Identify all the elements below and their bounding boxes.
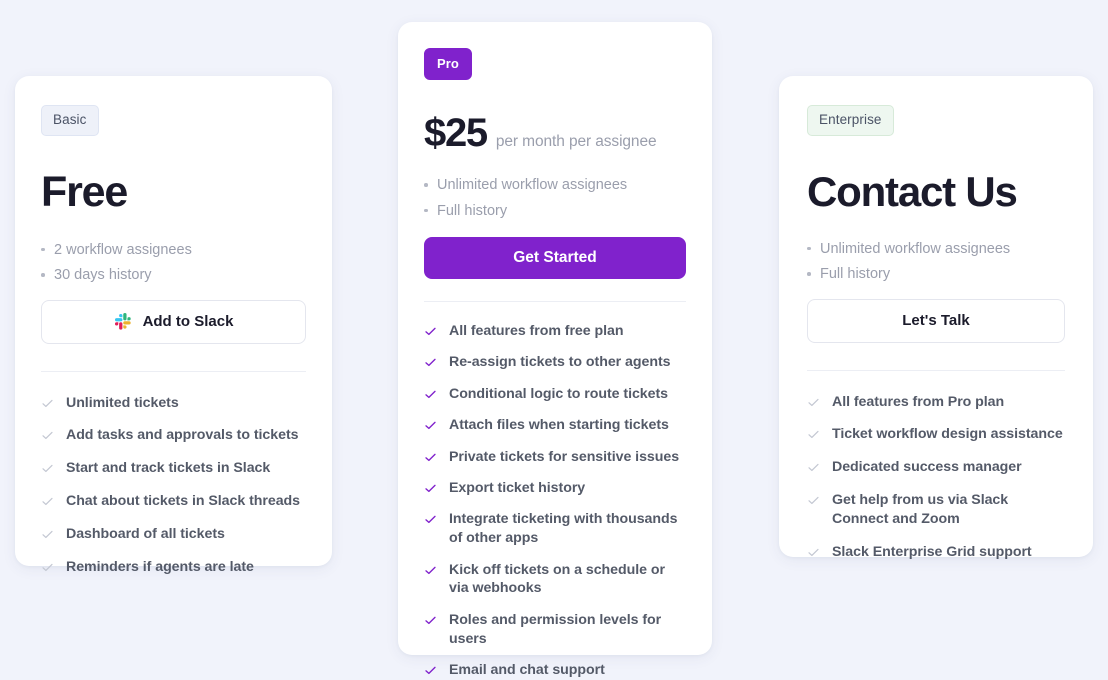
plan-features-enterprise: All features from Pro plan Ticket workfl… [807, 393, 1065, 562]
plan-card-pro: Pro $25 per month per assignee Unlimited… [398, 22, 712, 678]
feature-item: Roles and permission levels for users [424, 611, 686, 649]
feature-label: Conditional logic to route tickets [449, 385, 669, 402]
check-icon [425, 390, 436, 398]
add-to-slack-label: Add to Slack [142, 313, 234, 330]
plan-badge-enterprise: Enterprise [807, 105, 894, 136]
plan-price-amount: $25 [424, 111, 488, 155]
feature-label: Roles and permission levels for users [449, 611, 662, 647]
get-started-label: Get Started [513, 249, 597, 266]
check-icon [425, 359, 436, 367]
plan-headline-basic: Free [41, 167, 128, 216]
feature-label: Integrate ticketing with thousands of ot… [449, 511, 678, 547]
feature-item: All features from free plan [424, 322, 686, 341]
check-icon [42, 465, 53, 473]
section-divider [41, 370, 306, 372]
plan-bullets-basic: 2 workflow assignees 30 days history [41, 242, 306, 283]
check-icon [425, 484, 436, 492]
feature-label: Dedicated success manager [832, 459, 1022, 476]
check-icon [425, 327, 436, 336]
bullet-item: 2 workflow assignees [41, 242, 306, 258]
feature-item: Dashboard of all tickets [41, 525, 306, 544]
feature-item: Get help from us via Slack Connect and Z… [807, 491, 1065, 529]
check-icon [425, 666, 436, 675]
check-icon [808, 431, 819, 439]
feature-label: Export ticket history [449, 479, 586, 496]
check-icon [808, 496, 819, 505]
check-icon [425, 515, 436, 524]
bullet-item: Full history [424, 203, 686, 219]
feature-label: Reminders if agents are late [66, 558, 254, 575]
feature-item: Re-assign tickets to other agents [424, 353, 686, 372]
check-icon [808, 464, 819, 472]
feature-item: Kick off tickets on a schedule or via we… [424, 561, 686, 599]
plan-badge-pro: Pro [424, 48, 472, 80]
check-icon [42, 432, 53, 440]
check-icon [42, 530, 53, 539]
feature-label: Start and track tickets in Slack [66, 460, 271, 477]
check-icon [425, 566, 436, 574]
feature-label: Attach files when starting tickets [449, 417, 669, 434]
feature-label: Ticket workflow design assistance [832, 426, 1063, 443]
feature-item: Chat about tickets in Slack threads [41, 492, 306, 511]
check-icon [42, 399, 53, 407]
feature-item: Integrate ticketing with thousands of ot… [424, 510, 686, 548]
lets-talk-button[interactable]: Let's Talk [807, 298, 1065, 343]
check-icon [808, 548, 819, 556]
feature-item: Unlimited tickets [41, 394, 306, 413]
pricing-plans-container: Basic Free 2 workflow assignees 30 days … [0, 0, 1108, 678]
feature-item: Private tickets for sensitive issues [424, 448, 686, 467]
feature-label: Chat about tickets in Slack threads [66, 493, 300, 510]
bullet-item: Unlimited workflow assignees [807, 241, 1065, 257]
feature-label: All features from Pro plan [832, 393, 1005, 410]
feature-label: Dashboard of all tickets [66, 526, 225, 542]
feature-label: Kick off tickets on a schedule or via we… [449, 561, 665, 597]
feature-label: Get help from us via Slack Connect and Z… [832, 492, 1009, 527]
bullet-item: Unlimited workflow assignees [424, 178, 686, 193]
feature-label: Private tickets for sensitive issues [449, 448, 680, 465]
feature-item: Export ticket history [424, 479, 686, 498]
feature-label: Re-assign tickets to other agents [449, 354, 671, 371]
plan-bullets-pro: Unlimited workflow assignees Full histor… [424, 178, 686, 218]
feature-item: All features from Pro plan [807, 393, 1065, 412]
feature-item: Slack Enterprise Grid support [807, 543, 1065, 562]
feature-item: Ticket workflow design assistance [807, 425, 1065, 444]
feature-label: Email and chat support [449, 662, 605, 678]
check-icon [425, 421, 436, 430]
lets-talk-label: Let's Talk [902, 312, 970, 329]
plan-headline-enterprise: Contact Us [807, 167, 1018, 215]
feature-item: Conditional logic to route tickets [424, 385, 686, 404]
bullet-item: Full history [807, 267, 1065, 282]
section-divider [807, 369, 1065, 371]
feature-item: Reminders if agents are late [41, 558, 306, 577]
slack-logo-icon [114, 313, 131, 330]
feature-item: Dedicated success manager [807, 458, 1065, 477]
plan-price-period: per month per assignee [495, 133, 657, 150]
get-started-button[interactable]: Get Started [424, 237, 686, 279]
feature-label: Unlimited tickets [66, 394, 179, 411]
section-divider [424, 301, 686, 302]
plan-features-pro: All features from free plan Re-assign ti… [424, 322, 686, 680]
plan-badge-basic: Basic [41, 105, 99, 136]
feature-label: Slack Enterprise Grid support [832, 543, 1032, 560]
feature-item: Start and track tickets in Slack [41, 459, 306, 478]
plan-features-basic: Unlimited tickets Add tasks and approval… [41, 394, 306, 577]
add-to-slack-button[interactable]: Add to Slack [41, 299, 306, 344]
feature-item: Add tasks and approvals to tickets [41, 426, 306, 445]
plan-price-row-pro: $25 per month per assignee [424, 111, 686, 156]
feature-label: All features from free plan [449, 323, 624, 339]
feature-item: Email and chat support [424, 661, 686, 680]
check-icon [42, 497, 53, 506]
bullet-item: 30 days history [41, 268, 306, 283]
check-icon [42, 563, 53, 571]
plan-card-enterprise: Enterprise Contact Us Unlimited workflow… [779, 76, 1093, 560]
check-icon [425, 616, 436, 624]
feature-label: Add tasks and approvals to tickets [66, 427, 299, 444]
check-icon [425, 453, 436, 461]
plan-bullets-enterprise: Unlimited workflow assignees Full histor… [807, 241, 1065, 282]
check-icon [808, 398, 819, 406]
plan-card-basic: Basic Free 2 workflow assignees 30 days … [15, 76, 332, 575]
feature-item: Attach files when starting tickets [424, 416, 686, 435]
